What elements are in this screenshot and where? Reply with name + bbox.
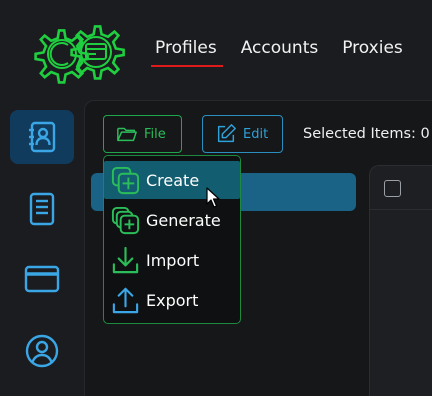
menu-item-create-label: Create bbox=[146, 170, 200, 190]
file-dropdown-menu: Create Generate Import Export bbox=[103, 155, 241, 324]
sidebar-item-account[interactable] bbox=[10, 324, 74, 378]
app-logo bbox=[22, 12, 128, 88]
tab-accounts[interactable]: Accounts bbox=[241, 38, 319, 67]
menu-item-export-label: Export bbox=[146, 290, 199, 310]
file-button-label: File bbox=[144, 126, 166, 142]
gear-logo-icon bbox=[34, 25, 125, 84]
sidebar-item-payments[interactable] bbox=[10, 252, 74, 306]
user-circle-icon bbox=[25, 334, 59, 368]
edit-icon bbox=[217, 124, 236, 143]
app-header: Profiles Accounts Proxies bbox=[0, 0, 432, 100]
notebook-icon bbox=[29, 192, 55, 226]
generate-icon bbox=[111, 206, 140, 234]
credit-card-icon bbox=[24, 265, 60, 293]
sidebar bbox=[0, 100, 84, 396]
edit-button-label: Edit bbox=[243, 126, 269, 142]
edit-button[interactable]: Edit bbox=[202, 115, 283, 153]
selected-items-count: Selected Items: 0 bbox=[303, 126, 430, 142]
tab-proxies[interactable]: Proxies bbox=[342, 38, 403, 67]
mouse-cursor-icon bbox=[206, 187, 220, 208]
sidebar-item-notebook[interactable] bbox=[10, 182, 74, 236]
sidebar-item-profiles[interactable] bbox=[10, 110, 74, 164]
address-book-icon bbox=[29, 121, 56, 153]
menu-item-import[interactable]: Import bbox=[104, 241, 240, 279]
tab-profiles[interactable]: Profiles bbox=[151, 38, 223, 67]
profiles-table bbox=[369, 165, 432, 396]
export-icon bbox=[112, 287, 139, 313]
file-button[interactable]: File bbox=[103, 115, 182, 153]
create-icon bbox=[111, 166, 140, 194]
select-all-checkbox[interactable] bbox=[384, 180, 401, 197]
menu-item-generate-label: Generate bbox=[146, 210, 221, 230]
import-icon bbox=[112, 246, 139, 273]
toolbar: File Edit Selected Items: 0 bbox=[103, 115, 430, 153]
top-nav: Profiles Accounts Proxies bbox=[151, 38, 403, 67]
folder-icon bbox=[117, 127, 137, 142]
menu-item-export[interactable]: Export bbox=[104, 281, 240, 319]
table-header bbox=[370, 166, 432, 210]
menu-item-import-label: Import bbox=[146, 250, 200, 270]
